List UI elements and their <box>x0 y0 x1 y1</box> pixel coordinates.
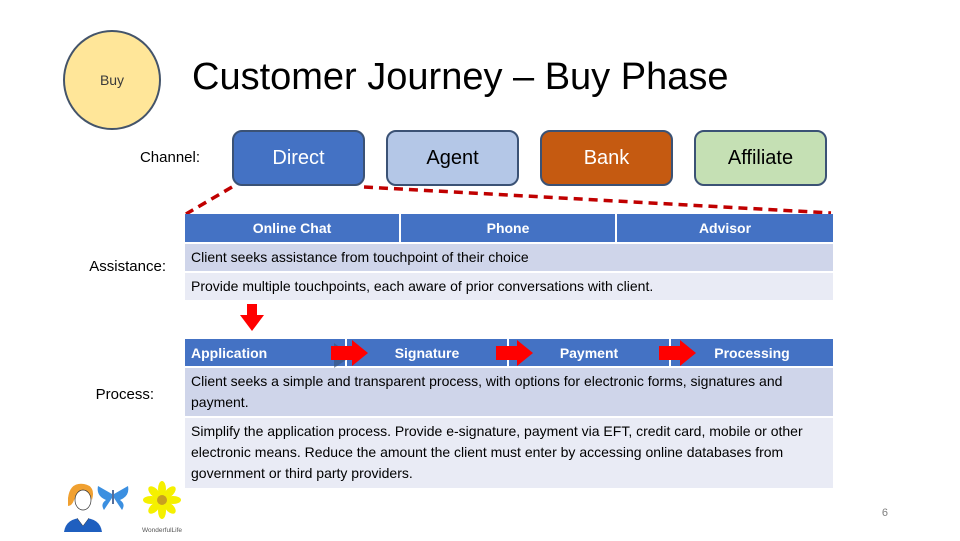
page-number: 6 <box>881 507 888 519</box>
butterfly-icon <box>97 486 129 510</box>
process-row-client-need: Client seeks a simple and transparent pr… <box>185 368 833 416</box>
arrow-application-to-signature-icon <box>331 340 368 368</box>
process-label: Process: <box>95 386 154 403</box>
company-logo: WonderfulLife <box>62 478 187 536</box>
arrow-signature-to-payment-icon <box>496 340 533 366</box>
process-row-recommendation: Simplify the application process. Provid… <box>185 418 833 488</box>
person-icon <box>64 483 102 532</box>
arrow-payment-to-processing-icon <box>659 340 696 366</box>
logo-caption: WonderfulLife <box>142 527 182 534</box>
logo-graphics: WonderfulLife <box>64 481 182 534</box>
flower-icon <box>143 481 181 519</box>
